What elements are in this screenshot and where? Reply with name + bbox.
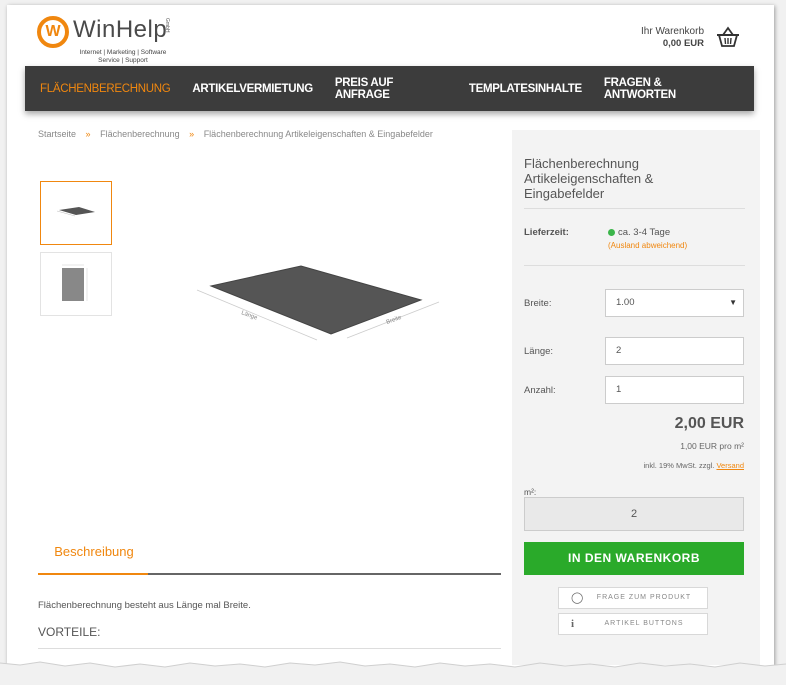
add-to-cart-button[interactable]: IN DEN WARENKORB [524,542,744,575]
cart-amount: 0,00 EUR [662,38,704,49]
breadcrumb-home[interactable]: Startseite [38,129,76,139]
anzahl-input[interactable]: 1 [605,376,744,404]
torn-edge-decoration [0,661,786,685]
info-icon: i [571,618,575,630]
delivery-label: Lieferzeit: [524,227,569,238]
logo-w-icon: W [37,16,69,48]
tax-note: inkl. 19% MwSt. zzgl. Versand [644,461,744,470]
breadcrumb-separator: » [189,129,195,139]
nav-item-templatesinhalte[interactable]: TEMPLATESINHALTE [469,83,582,95]
laenge-input[interactable]: 2 [605,337,744,365]
tab-beschreibung[interactable]: Beschreibung [38,544,150,559]
unit-price: 1,00 EUR pro m² [680,441,744,451]
breite-value: 1.00 [616,297,635,308]
thumbnail-2[interactable] [40,252,112,316]
diagram-label-width: Breite [386,315,403,326]
tax-text: inkl. 19% MwSt. zzgl. [643,461,715,470]
m2-value-field: 2 [524,497,744,531]
buy-box: Flächenberechnung Artikeleigenschaften &… [512,130,760,665]
breadcrumb-category[interactable]: Flächenberechnung [100,129,180,139]
question-button-label: FRAGE ZUM PRODUKT [596,594,692,601]
laenge-label: Länge: [524,346,554,357]
brand-logo[interactable]: W WinHelp GmbH Internet | Marketing | So… [37,14,187,64]
anzahl-label: Anzahl: [524,385,556,396]
logo-name: WinHelp [73,16,168,43]
nav-item-preis-auf-anfrage[interactable]: PREIS AUF ANFRAGE [335,77,447,101]
nav-item-flaechenberechnung[interactable]: FLÄCHENBERECHNUNG [40,83,171,95]
breadcrumb-current: Flächenberechnung Artikeleigenschaften &… [203,129,433,139]
product-title: Flächenberechnung Artikeleigenschaften &… [524,156,654,201]
thumbnail-1[interactable] [40,181,112,245]
product-price: 2,00 EUR [674,415,744,432]
divider [524,208,745,209]
tab-active-indicator [38,573,148,575]
article-buttons-label: ARTIKEL BUTTONS [604,620,684,627]
nav-item-fragen-antworten[interactable]: FRAGEN & ANTWORTEN [604,77,732,101]
basket-icon[interactable] [715,25,741,49]
delivery-time: ca. 3-4 Tage [618,227,671,238]
main-nav: FLÄCHENBERECHNUNG ARTIKELVERMIETUNG PREI… [25,66,754,111]
product-main-image: Länge Breite [196,265,440,341]
cart-summary[interactable]: Ihr Warenkorb 0,00 EUR [641,26,704,50]
thumbnail-area-image [56,207,95,217]
logo-tagline-line2: Service | Support [98,57,148,64]
thumbnail-rect-image [62,264,88,301]
breadcrumb: Startseite » Flächenberechnung » Flächen… [38,129,433,139]
speech-bubble-icon: ◯ [571,592,584,604]
m2-label: m²: [524,487,537,497]
divider [524,265,745,266]
question-button[interactable]: ◯ FRAGE ZUM PRODUKT [558,587,708,609]
page-frame: W WinHelp GmbH Internet | Marketing | So… [7,5,774,675]
cart-label: Ihr Warenkorb [641,26,704,37]
diagram-label-length: Länge [240,310,258,322]
chevron-down-icon: ▼ [729,298,737,307]
advantages-heading: VORTEILE: [38,625,101,639]
availability-dot-icon [608,229,615,236]
article-buttons-button[interactable]: i ARTIKEL BUTTONS [558,613,708,635]
shipping-link[interactable]: Versand [716,461,744,470]
delivery-note: (Ausland abweichend) [608,241,688,250]
logo-gmbh: GmbH [164,18,170,33]
breadcrumb-separator: » [85,129,91,139]
logo-tagline: Internet | Marketing | Software Service … [77,49,169,65]
breite-select[interactable]: 1.00 ▼ [605,289,744,317]
nav-item-artikelvermietung[interactable]: ARTIKELVERMIETUNG [192,83,313,95]
advantages-divider [38,648,501,649]
description-text: Flächenberechnung besteht aus Länge mal … [38,600,251,611]
breite-label: Breite: [524,298,552,309]
logo-tagline-line1: Internet | Marketing | Software [79,49,167,56]
